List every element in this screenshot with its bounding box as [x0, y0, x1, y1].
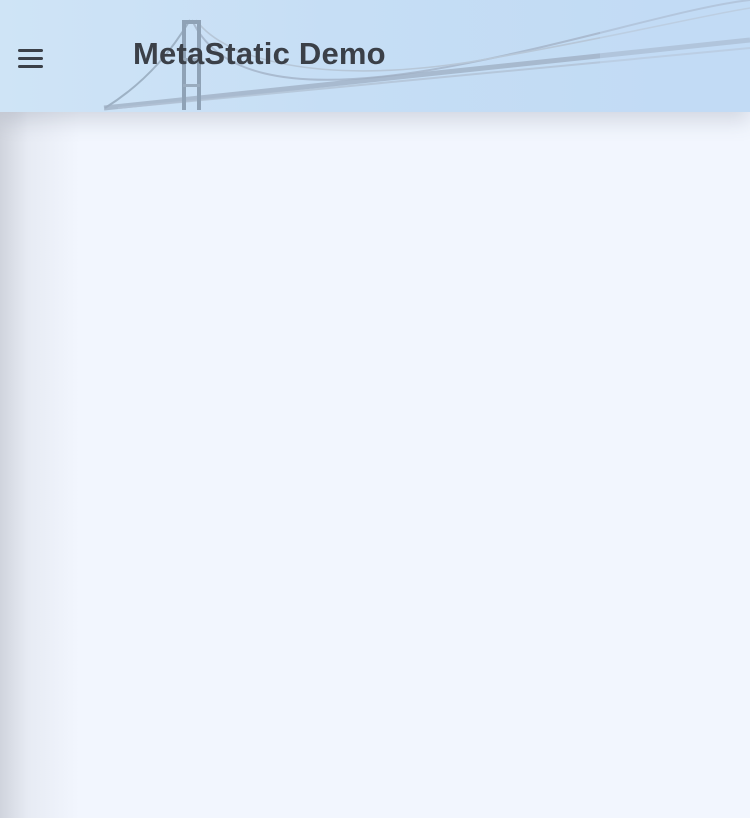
- app-window: MetaStatic Demo: [0, 0, 750, 818]
- hamburger-menu-icon-line: [18, 56, 43, 60]
- main-content: [0, 112, 750, 818]
- sidebar-shadow: [0, 112, 80, 818]
- page-title: MetaStatic Demo: [133, 36, 386, 71]
- hamburger-menu-icon: [18, 48, 43, 52]
- menu-button[interactable]: [14, 38, 46, 72]
- app-header: MetaStatic Demo: [0, 0, 750, 112]
- hamburger-menu-icon-line: [18, 64, 43, 68]
